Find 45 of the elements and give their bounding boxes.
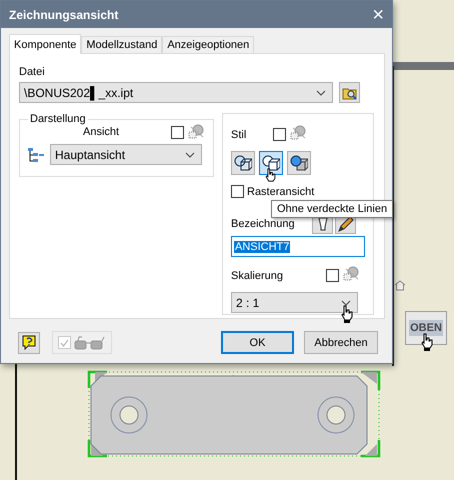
dialog-button[interactable]: Abbrechen <box>304 331 378 354</box>
field-label: Ansicht <box>83 126 120 138</box>
link-icon <box>342 265 360 283</box>
browse-button[interactable] <box>339 82 360 103</box>
checkbox-label: Rasteransicht <box>247 186 314 198</box>
wireframe-icon <box>234 155 252 171</box>
field-label: Skalierung <box>231 270 284 282</box>
bulb-icon <box>316 216 328 232</box>
link-icon <box>187 123 205 141</box>
chevron-down-icon <box>316 90 326 96</box>
hidden-lines-icon <box>262 155 280 171</box>
field-label: Stil <box>231 128 248 140</box>
window-title: Zeichnungsansicht <box>9 8 118 22</box>
group-label: Darstellung <box>29 113 87 125</box>
tab[interactable]: Modellzustand <box>81 36 162 53</box>
tab[interactable]: Anzeigeoptionen <box>162 36 254 53</box>
checkbox[interactable] <box>171 126 184 138</box>
view-dropdown[interactable]: Hauptansicht <box>50 144 202 165</box>
style-button[interactable] <box>287 151 311 175</box>
chevron-down-icon <box>341 300 351 306</box>
chevron-down-icon <box>185 152 195 158</box>
link-icon <box>289 124 307 142</box>
help-icon <box>22 335 36 350</box>
checkbox[interactable] <box>326 269 339 282</box>
checkbox[interactable] <box>273 128 286 141</box>
tree-icon <box>28 146 44 162</box>
checkbox[interactable] <box>231 185 244 198</box>
hand-cursor-icon <box>265 168 276 182</box>
close-button[interactable]: × <box>372 4 384 24</box>
scale-dropdown[interactable]: 2 : 1 <box>231 292 358 313</box>
home-icon[interactable] <box>394 280 406 291</box>
dialog-button[interactable]: OK <box>221 331 294 354</box>
style-button[interactable] <box>231 151 255 175</box>
help-button[interactable] <box>18 332 40 354</box>
folder-search-icon <box>342 86 358 100</box>
part-drawing[interactable] <box>87 370 381 458</box>
label-input-field[interactable]: ANSICHT7 <box>231 236 365 257</box>
hand-cursor-icon <box>421 333 433 351</box>
shaded-icon <box>290 155 308 171</box>
view-cube-face[interactable]: OBEN <box>405 311 447 345</box>
field-label: Bezeichnung <box>231 218 296 230</box>
file-dropdown[interactable]: \BONUS202▌_xx.ipt <box>19 82 333 103</box>
tab[interactable]: Komponente <box>9 34 82 54</box>
field-label: Datei <box>19 66 46 78</box>
style-button[interactable] <box>259 151 283 175</box>
